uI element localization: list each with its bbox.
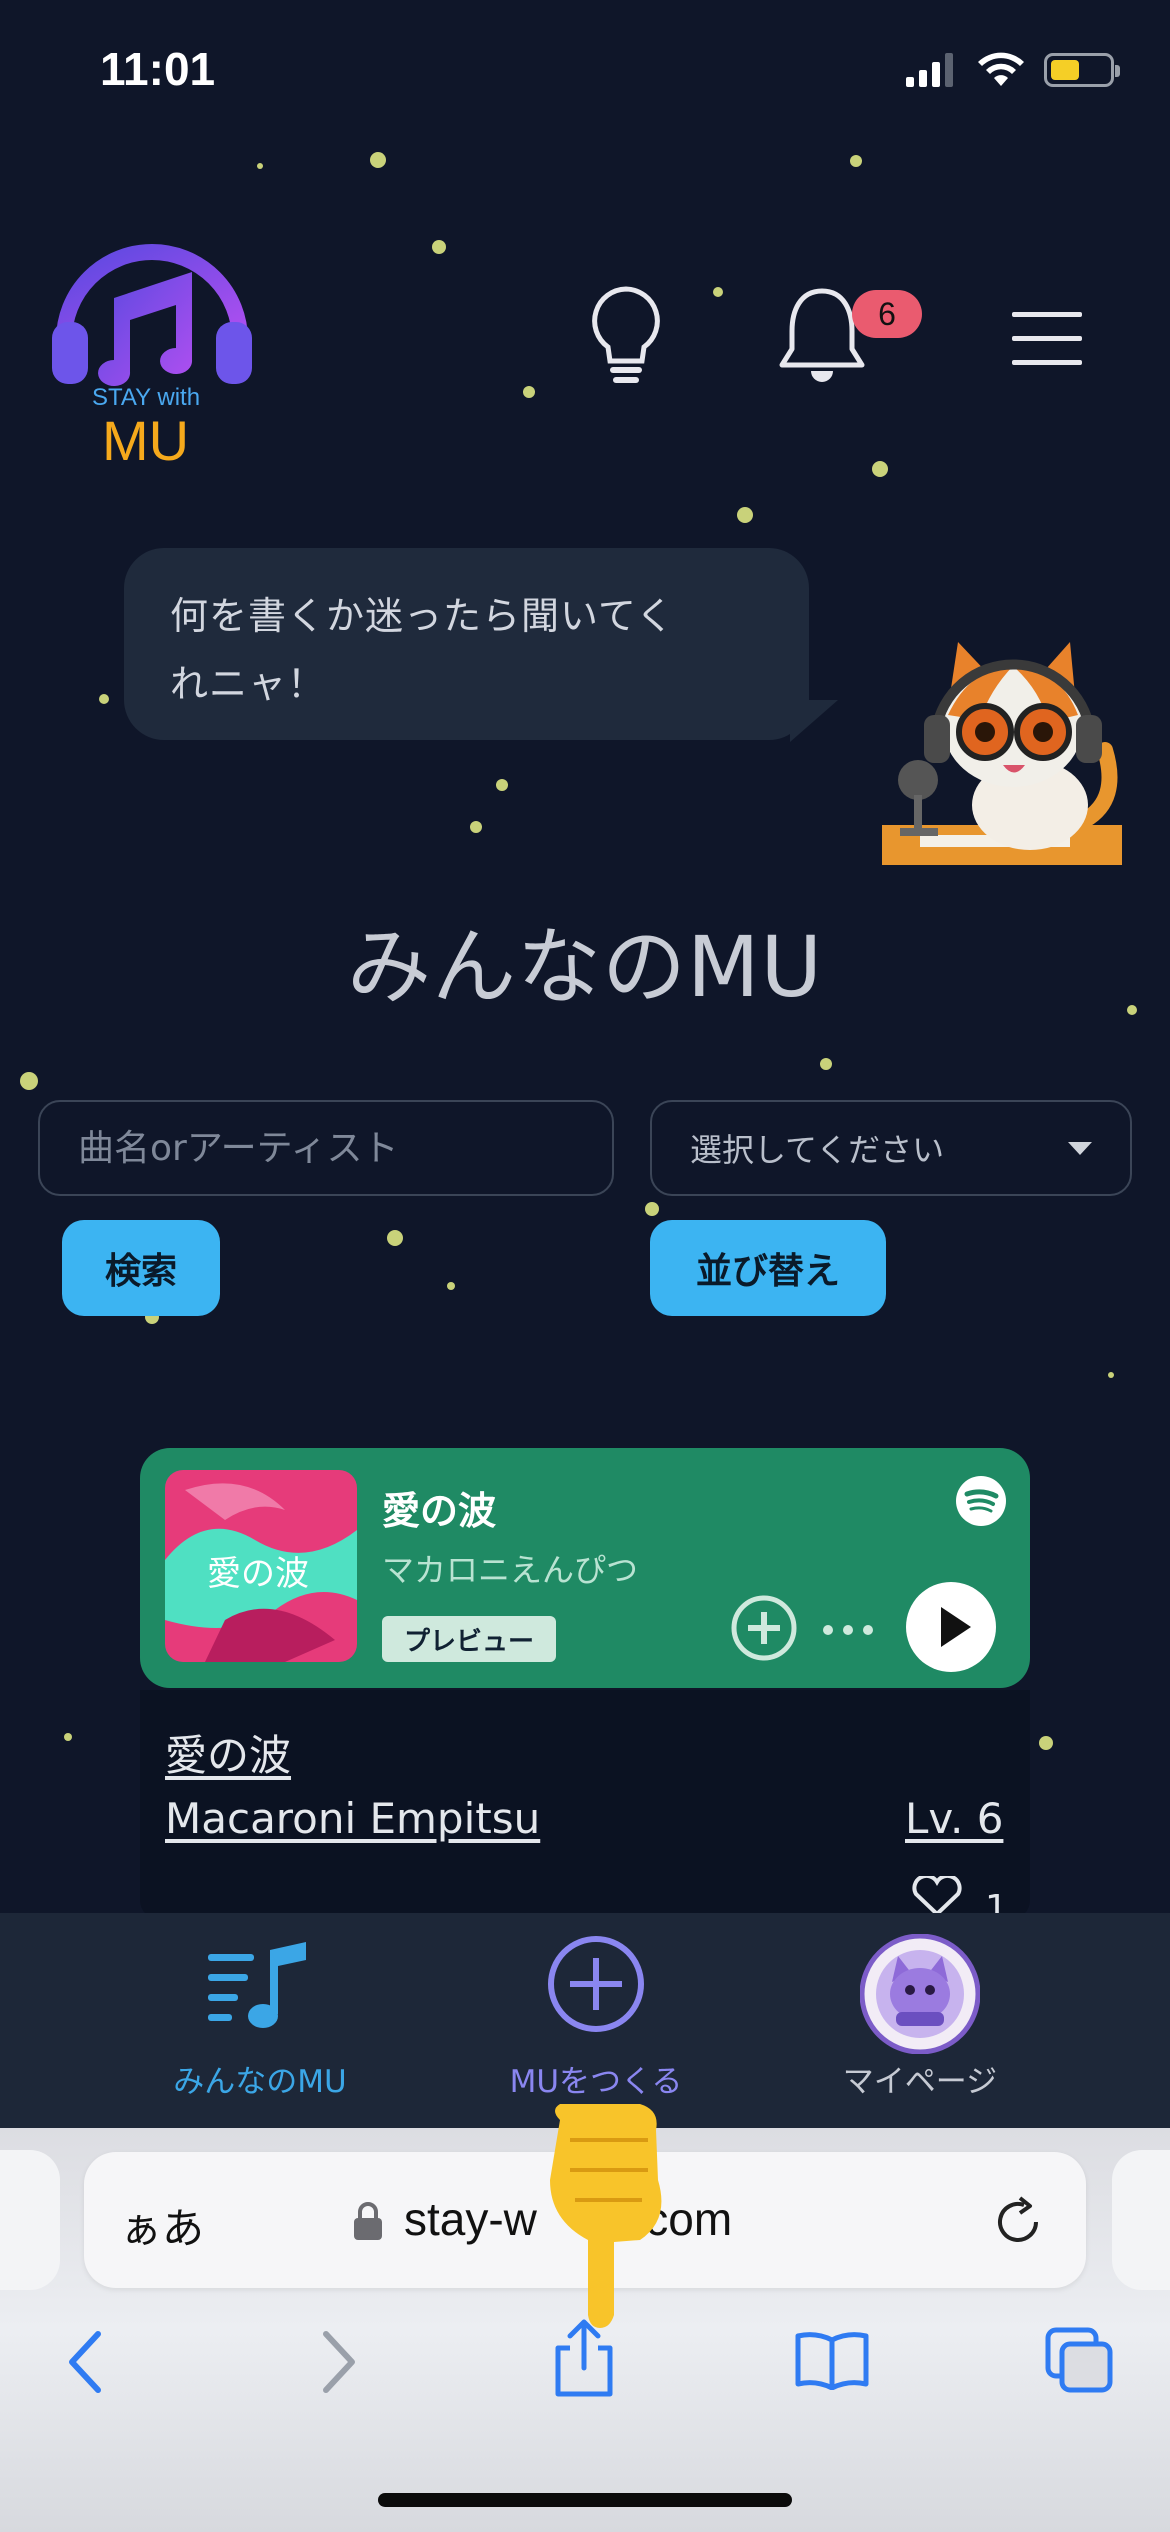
search-input[interactable] xyxy=(38,1100,614,1196)
back-chevron-icon[interactable] xyxy=(66,2330,106,2394)
share-icon[interactable] xyxy=(552,2318,616,2398)
preview-badge: プレビュー xyxy=(382,1616,557,1662)
speech-line-1: 何を書くか迷ったら聞いてく xyxy=(170,594,675,638)
tab-label-create-mu: MUをつくる xyxy=(509,2064,683,2100)
previous-tab-peek[interactable] xyxy=(0,2150,60,2290)
bookmarks-icon[interactable] xyxy=(794,2330,870,2390)
lock-icon xyxy=(354,2202,382,2240)
bubble-tail xyxy=(790,700,838,742)
headphones-note-icon xyxy=(52,244,252,386)
url-text-start: stay-w xyxy=(404,2193,537,2245)
more-options-icon[interactable] xyxy=(822,1624,874,1636)
play-button[interactable] xyxy=(906,1582,996,1672)
cat-mascot-image[interactable] xyxy=(880,630,1125,875)
status-icons xyxy=(906,52,1120,88)
plus-circle-icon xyxy=(548,1936,644,2032)
speech-line-2: れニャ！ xyxy=(170,662,327,706)
tab-label-my-page: マイページ xyxy=(842,2064,998,2100)
spotify-logo-icon[interactable] xyxy=(956,1476,1006,1526)
sort-select[interactable]: 選択してください xyxy=(650,1100,1132,1196)
sort-button[interactable]: 並び替え xyxy=(650,1220,886,1316)
tab-create-mu[interactable]: MUをつくる xyxy=(486,1934,706,2110)
avatar xyxy=(860,1934,980,2054)
hamburger-menu-icon[interactable] xyxy=(1012,310,1082,368)
wifi-icon xyxy=(978,52,1024,86)
track-title[interactable]: 愛の波 xyxy=(382,1480,496,1535)
bell-icon[interactable] xyxy=(778,285,866,389)
song-level-link[interactable]: Lv. 6 xyxy=(905,1794,1003,1843)
play-icon xyxy=(941,1607,971,1647)
search-button[interactable]: 検索 xyxy=(62,1220,220,1316)
tab-everyone-mu[interactable]: みんなのMU xyxy=(150,1940,370,2110)
tab-label-everyone-mu: みんなのMU xyxy=(173,2064,347,2100)
notification-badge: 6 xyxy=(852,290,922,338)
album-cover-image[interactable]: 愛の波 xyxy=(165,1470,357,1662)
next-tab-peek[interactable] xyxy=(1112,2150,1170,2290)
add-to-library-icon[interactable] xyxy=(730,1594,798,1662)
lightbulb-icon[interactable] xyxy=(588,285,664,389)
music-list-icon xyxy=(208,1942,306,2028)
pointing-hand-icon xyxy=(550,2104,662,2328)
page-title: みんなのMU xyxy=(347,918,823,1016)
tab-my-page[interactable]: マイページ xyxy=(810,1934,1030,2110)
reload-icon[interactable] xyxy=(994,2196,1044,2248)
sort-select-value: 選択してください xyxy=(690,1131,945,1169)
tabs-overview-icon[interactable] xyxy=(1044,2326,1114,2394)
forward-chevron-icon[interactable] xyxy=(318,2330,358,2394)
text-size-button[interactable]: ぁあ xyxy=(120,2195,204,2256)
song-artist-link[interactable]: Macaroni Empitsu xyxy=(165,1794,540,1843)
home-indicator xyxy=(378,2493,792,2507)
heart-icon[interactable] xyxy=(910,1876,964,1916)
song-title-link[interactable]: 愛の波 xyxy=(165,1722,291,1783)
mascot-speech-bubble: 何を書くか迷ったら聞いてく れニャ！ xyxy=(124,548,809,740)
status-time: 11:01 xyxy=(100,43,216,95)
chevron-down-icon xyxy=(1068,1141,1092,1155)
track-artist[interactable]: マカロニえんぴつ xyxy=(382,1545,638,1591)
battery-icon xyxy=(1044,53,1120,87)
logo-text-mu: MU xyxy=(102,409,190,472)
album-cover-text: 愛の波 xyxy=(207,1554,309,1594)
cellular-signal-icon xyxy=(906,53,953,87)
